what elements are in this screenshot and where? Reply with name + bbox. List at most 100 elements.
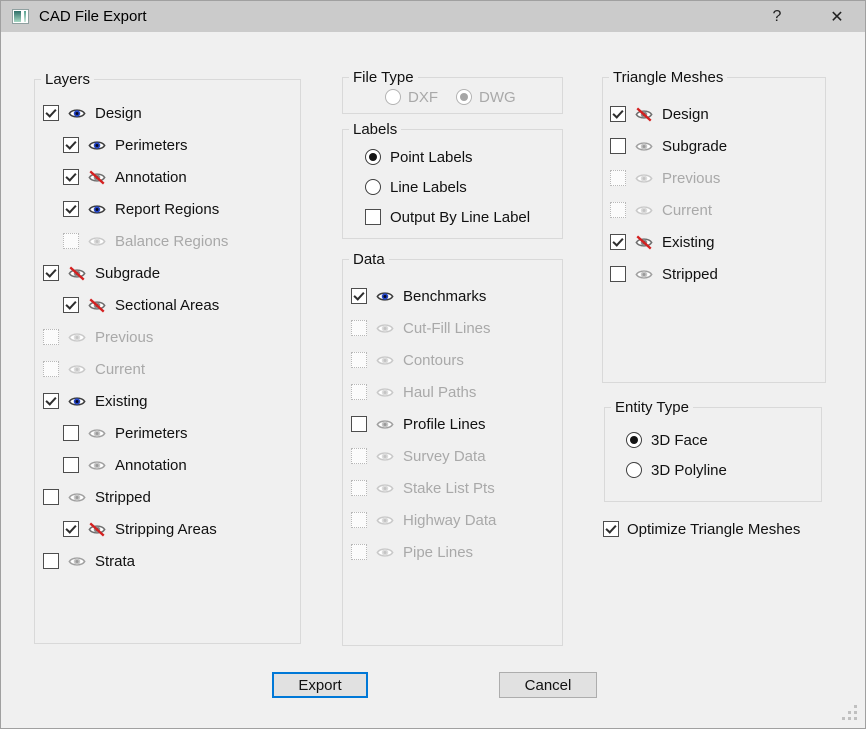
mesh-row-previous: Previous [603,162,825,194]
radio-button[interactable] [365,179,381,195]
entity-type-group-title: Entity Type [611,399,693,416]
layer-row-existing[interactable]: Existing [35,385,300,417]
layer-row-strata[interactable]: Strata [35,545,300,577]
layer-row-existing-annotation[interactable]: Annotation [35,449,300,481]
radio-button[interactable] [626,462,642,478]
help-button[interactable]: ? [761,1,793,32]
checkbox[interactable] [351,416,367,432]
radio-line-labels[interactable]: Line Labels [343,172,562,202]
output-by-line-label-checkbox[interactable]: Output By Line Label [343,202,562,232]
checkbox[interactable] [43,265,59,281]
checkbox[interactable] [603,521,619,537]
mesh-label: Stripped [662,266,718,283]
checkbox[interactable] [610,106,626,122]
mesh-row-existing[interactable]: Existing [603,226,825,258]
layer-label: Annotation [115,457,187,474]
labels-group: Labels Point Labels Line Labels Output B… [342,121,563,239]
checkbox[interactable] [43,393,59,409]
checkbox[interactable] [43,553,59,569]
checkbox[interactable] [63,169,79,185]
export-button[interactable]: Export [272,672,368,698]
checkbox[interactable] [63,425,79,441]
visibility-eye-icon [68,491,86,504]
mesh-row-current: Current [603,194,825,226]
checkbox[interactable] [63,297,79,313]
layer-row-existing-perimeters[interactable]: Perimeters [35,417,300,449]
mesh-label: Current [662,202,712,219]
visibility-eye-icon [376,450,394,463]
data-label: Stake List Pts [403,480,495,497]
layer-row-sectional-areas[interactable]: Sectional Areas [35,289,300,321]
radio-3d-polyline[interactable]: 3D Polyline [605,455,821,485]
checkbox [351,480,367,496]
resize-grip-icon[interactable] [842,705,858,721]
layer-label: Balance Regions [115,233,228,250]
checkbox-label: Output By Line Label [390,209,530,226]
visibility-eye-icon [635,268,653,281]
checkbox [610,170,626,186]
visibility-eye-icon [88,427,106,440]
radio-label: 3D Polyline [651,462,727,479]
file-type-group: File Type DXF DWG [342,69,563,114]
checkbox[interactable] [63,521,79,537]
mesh-row-design[interactable]: Design [603,98,825,130]
data-row-stake-list-pts: Stake List Pts [343,472,562,504]
title-bar: CAD File Export ? ✕ [1,1,865,32]
app-icon [12,9,29,24]
mesh-row-stripped[interactable]: Stripped [603,258,825,290]
checkbox[interactable] [365,209,381,225]
checkbox [351,448,367,464]
checkbox[interactable] [610,266,626,282]
data-label: Survey Data [403,448,486,465]
mesh-label: Existing [662,234,715,251]
layer-row-design-annotation[interactable]: Annotation [35,161,300,193]
triangle-meshes-group-title: Triangle Meshes [609,69,727,86]
mesh-row-subgrade[interactable]: Subgrade [603,130,825,162]
checkbox[interactable] [43,489,59,505]
layer-label: Report Regions [115,201,219,218]
layer-row-design[interactable]: Design [35,97,300,129]
data-row-cut-fill-lines: Cut-Fill Lines [343,312,562,344]
layer-label: Perimeters [115,137,188,154]
layer-row-stripped[interactable]: Stripped [35,481,300,513]
checkbox[interactable] [63,137,79,153]
triangle-meshes-group: Triangle Meshes Design Subgrade Previous… [602,69,826,383]
checkbox [351,544,367,560]
data-label: Pipe Lines [403,544,473,561]
data-group: Data Benchmarks Cut-Fill Lines Contours … [342,251,563,646]
close-button[interactable]: ✕ [821,1,853,32]
checkbox[interactable] [610,138,626,154]
checkbox[interactable] [610,234,626,250]
checkbox[interactable] [63,201,79,217]
checkbox[interactable] [351,288,367,304]
checkbox [63,233,79,249]
visibility-eye-icon [88,299,106,312]
visibility-eye-icon [88,459,106,472]
radio-point-labels[interactable]: Point Labels [343,142,562,172]
layer-label: Stripping Areas [115,521,217,538]
layer-row-subgrade[interactable]: Subgrade [35,257,300,289]
data-row-benchmarks[interactable]: Benchmarks [343,280,562,312]
cancel-button[interactable]: Cancel [499,672,597,698]
layer-label: Previous [95,329,153,346]
layer-row-stripping-areas[interactable]: Stripping Areas [35,513,300,545]
visibility-eye-icon [88,203,106,216]
checkbox[interactable] [43,105,59,121]
checkbox[interactable] [63,457,79,473]
visibility-eye-icon [376,546,394,559]
data-row-profile-lines[interactable]: Profile Lines [343,408,562,440]
layer-row-report-regions[interactable]: Report Regions [35,193,300,225]
radio-3d-face[interactable]: 3D Face [605,425,821,455]
layer-label: Strata [95,553,135,570]
radio-button[interactable] [365,149,381,165]
checkbox [43,329,59,345]
visibility-eye-icon [88,235,106,248]
layer-label: Annotation [115,169,187,186]
optimize-triangle-meshes-checkbox[interactable]: Optimize Triangle Meshes [603,518,800,540]
visibility-eye-icon [68,363,86,376]
layer-row-design-perimeters[interactable]: Perimeters [35,129,300,161]
radio-button [456,89,472,105]
radio-button[interactable] [626,432,642,448]
layer-label: Current [95,361,145,378]
visibility-eye-icon [376,482,394,495]
